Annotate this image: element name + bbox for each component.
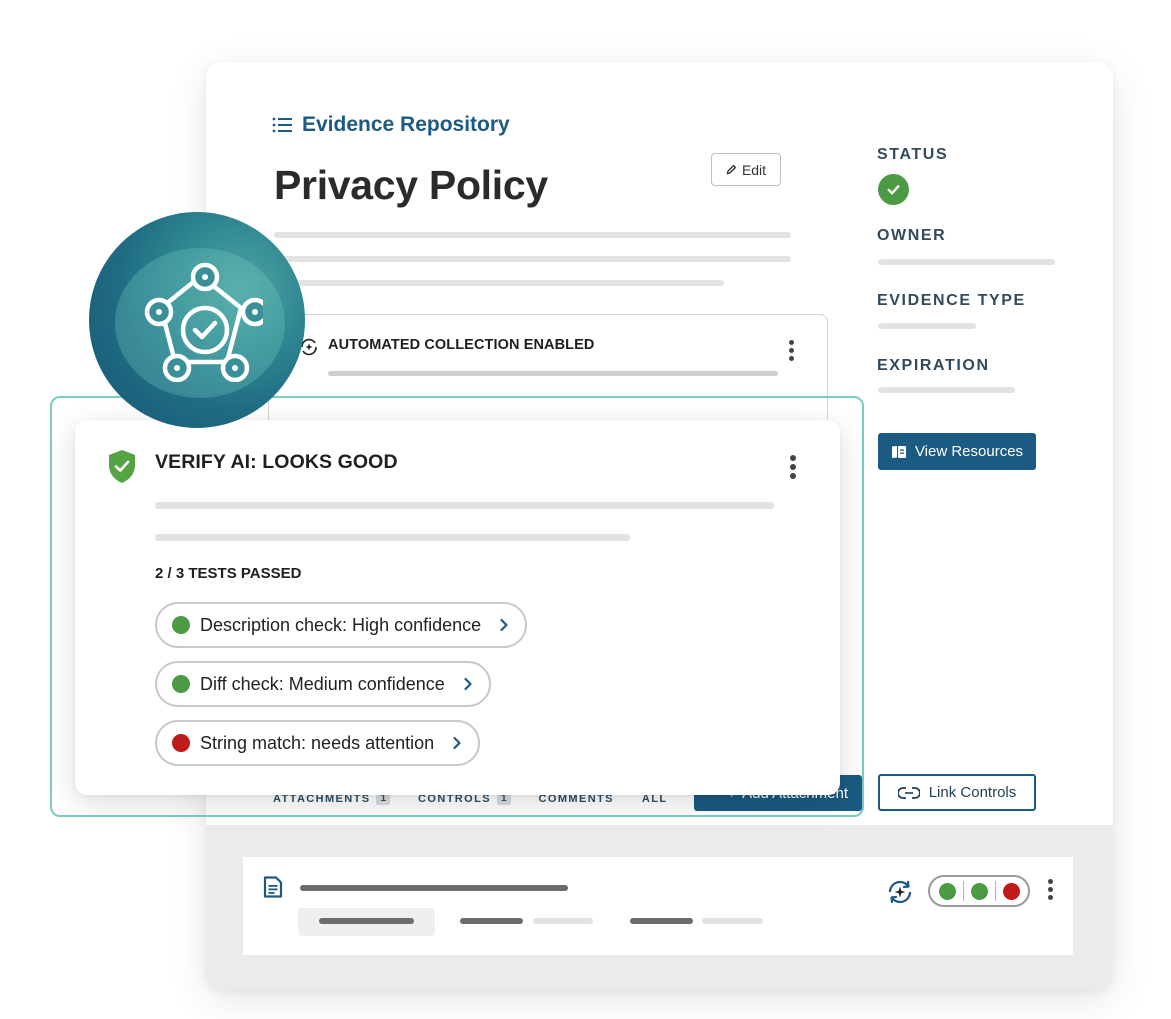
breadcrumb[interactable]: Evidence Repository <box>272 113 510 137</box>
pencil-icon <box>726 164 736 175</box>
check-item-diff[interactable]: Diff check: Medium confidence <box>155 661 491 707</box>
status-dot <box>172 734 190 752</box>
file-meta-placeholder <box>460 918 523 924</box>
link-controls-button[interactable]: Link Controls <box>878 774 1036 811</box>
status-dot <box>1002 882 1020 900</box>
status-dot <box>172 616 190 634</box>
owner-label: OWNER <box>877 227 947 244</box>
status-dot <box>172 675 190 693</box>
file-name-placeholder <box>300 885 568 891</box>
link-icon <box>897 786 920 799</box>
row-more-icon[interactable] <box>1048 879 1053 900</box>
check-item-description[interactable]: Description check: High confidence <box>155 602 528 648</box>
status-check-icon <box>878 174 909 205</box>
file-meta-placeholder <box>702 918 763 924</box>
owner-value-placeholder <box>878 259 1055 265</box>
breadcrumb-label[interactable]: Evidence Repository <box>302 113 510 137</box>
divider <box>994 881 996 901</box>
link-controls-label: Link Controls <box>928 784 1017 801</box>
description-line <box>274 232 791 238</box>
verify-ai-title: VERIFY AI: LOOKS GOOD <box>155 451 398 473</box>
file-tag-placeholder <box>319 918 414 924</box>
verify-summary-line <box>155 502 774 509</box>
expiration-value-placeholder <box>878 387 1015 393</box>
evidence-type-label: EVIDENCE TYPE <box>877 292 1026 309</box>
verify-more-icon[interactable] <box>790 455 796 479</box>
tests-passed-summary: 2 / 3 TESTS PASSED <box>155 565 302 582</box>
evidence-type-value-placeholder <box>878 323 976 329</box>
ai-network-badge <box>89 212 305 428</box>
check-label: Diff check: Medium confidence <box>200 673 445 694</box>
automation-detail-line <box>328 371 778 376</box>
description-line <box>274 256 791 262</box>
view-resources-label: View Resources <box>914 443 1024 460</box>
chevron-right-icon <box>453 736 461 750</box>
divider <box>962 881 964 901</box>
file-meta-placeholder <box>533 918 593 924</box>
document-icon <box>263 876 283 898</box>
expiration-label: EXPIRATION <box>877 357 990 374</box>
sync-sparkle-icon[interactable] <box>884 876 916 908</box>
status-dot <box>938 882 956 900</box>
file-meta-placeholder <box>630 918 693 924</box>
check-item-string-match[interactable]: String match: needs attention <box>155 720 481 766</box>
ai-network-icon <box>144 262 263 382</box>
status-dot <box>970 882 988 900</box>
book-icon <box>891 445 906 458</box>
verify-status-pill[interactable] <box>928 875 1030 907</box>
check-label: Description check: High confidence <box>200 614 482 635</box>
status-label: STATUS <box>877 146 949 163</box>
shield-check-icon <box>109 450 135 483</box>
chevron-right-icon <box>464 677 472 691</box>
description-line <box>274 280 724 286</box>
view-resources-button[interactable]: View Resources <box>878 433 1036 470</box>
chevron-right-icon <box>500 618 508 632</box>
page-title: Privacy Policy <box>274 162 548 208</box>
edit-button-label: Edit <box>741 161 767 178</box>
verify-summary-line <box>155 534 630 541</box>
automation-more-icon[interactable] <box>789 340 794 361</box>
check-label: String match: needs attention <box>200 732 435 753</box>
automated-collection-title: AUTOMATED COLLECTION ENABLED <box>328 337 595 353</box>
edit-button[interactable]: Edit <box>711 153 781 186</box>
list-icon <box>272 117 292 133</box>
